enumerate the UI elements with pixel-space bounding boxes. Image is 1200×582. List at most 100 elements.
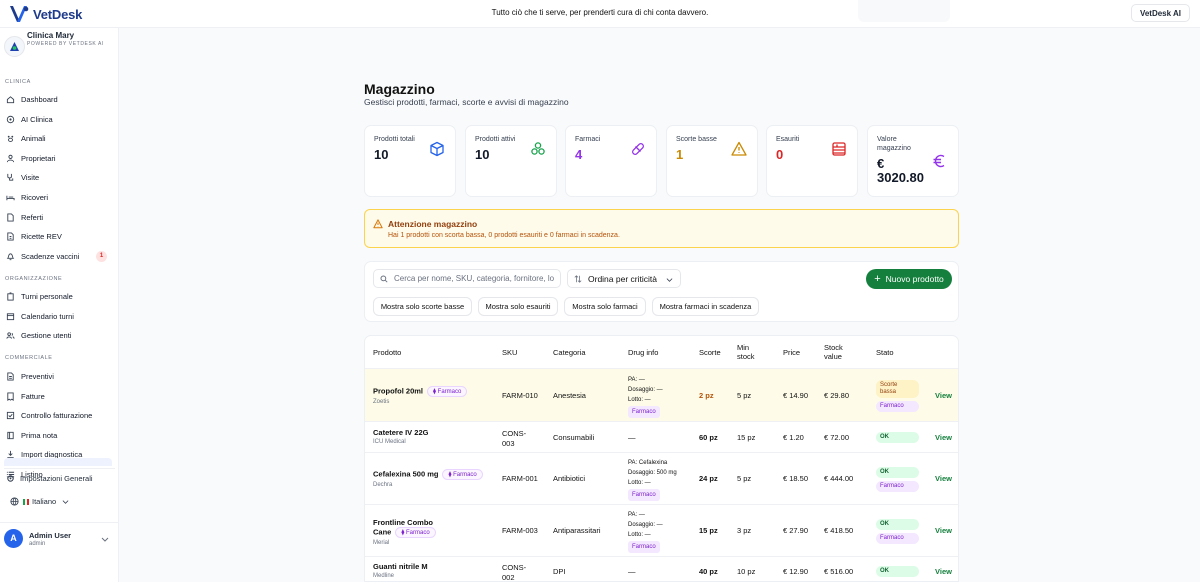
col-stato[interactable]: Stato bbox=[876, 336, 894, 368]
view-link[interactable]: View bbox=[935, 474, 952, 483]
euro-icon bbox=[933, 154, 945, 168]
col-categoria[interactable]: Categoria bbox=[553, 336, 586, 368]
search-box[interactable] bbox=[373, 269, 561, 288]
check-icon bbox=[6, 412, 15, 420]
file-icon bbox=[7, 213, 14, 222]
col-sku[interactable]: SKU bbox=[502, 336, 517, 368]
sidebar-item-prima-nota[interactable]: Prima nota bbox=[0, 426, 113, 445]
view-link[interactable]: View bbox=[935, 433, 952, 442]
sidebar-item-controllo-fatturazione[interactable]: Controllo fatturazione bbox=[0, 406, 113, 425]
stat-value: 10 bbox=[374, 147, 389, 162]
drug-info-line: Lotto: — bbox=[628, 396, 651, 403]
stock-value-cell: € 516.00 bbox=[824, 567, 854, 576]
filter-low-stock-button[interactable]: Mostra solo scorte basse bbox=[373, 297, 472, 316]
settings-link[interactable]: Impostazioni Generali bbox=[4, 468, 115, 487]
gear-icon bbox=[7, 474, 14, 482]
sidebar-item-animali[interactable]: Animali bbox=[0, 129, 113, 148]
product-name: Propofol 20ml bbox=[373, 385, 424, 395]
stat-card-farmaci: Farmaci 4 bbox=[565, 125, 657, 197]
sidebar-item-dashboard[interactable]: Dashboard bbox=[0, 90, 113, 109]
drug-info-line: PA: — bbox=[628, 376, 645, 383]
home-icon bbox=[6, 96, 15, 104]
sidebar-item-label: Ricette REV bbox=[21, 232, 62, 242]
alert-text: Hai 1 prodotti con scorta bassa, 0 prodo… bbox=[388, 232, 620, 239]
product-name: Catetere IV 22G bbox=[373, 427, 429, 437]
warning-icon bbox=[373, 219, 383, 229]
vetdesk-ai-button[interactable]: VetDesk AI bbox=[1130, 4, 1190, 22]
warning-icon bbox=[731, 141, 747, 156]
book-icon bbox=[7, 431, 14, 439]
table-row[interactable]: Guanti nitrile M Medline CONS-002 DPI — 40 pz… bbox=[365, 556, 958, 582]
sidebar-item-proprietari[interactable]: Proprietari bbox=[0, 149, 113, 168]
top-placeholder bbox=[858, 0, 950, 22]
col-min-stock[interactable]: Min stock bbox=[737, 336, 767, 368]
language-selector[interactable]: Italiano bbox=[10, 497, 69, 506]
user-menu[interactable]: A Admin User admin bbox=[0, 522, 119, 554]
sidebar-item-visite[interactable]: Visite bbox=[0, 168, 113, 187]
status-cell: OK Farmaco bbox=[876, 519, 919, 544]
table-row[interactable]: Cefalexina 500 mg ⧫ Farmaco Dechra FARM-001… bbox=[365, 452, 958, 504]
stat-card-valore-magazzino: Valore magazzino € 3020.80 bbox=[867, 125, 959, 197]
sidebar-item-ricette-rev[interactable]: Ricette REV bbox=[0, 227, 113, 246]
col-scorte[interactable]: Scorte bbox=[699, 336, 721, 368]
col-stock-value[interactable]: Stock value bbox=[824, 336, 858, 368]
view-link[interactable]: View bbox=[935, 567, 952, 576]
vaccine-count-badge: 1 bbox=[96, 250, 107, 262]
pill-icon bbox=[632, 143, 644, 155]
filter-out-of-stock-button[interactable]: Mostra solo esauriti bbox=[478, 297, 558, 316]
sort-select[interactable]: Ordina per criticità bbox=[567, 269, 681, 288]
drug-info-line: PA: — bbox=[628, 512, 645, 518]
prescription-icon bbox=[7, 232, 14, 241]
settings-label: Impostazioni Generali bbox=[20, 473, 93, 483]
sidebar-item-preventivi[interactable]: Preventivi bbox=[0, 367, 113, 386]
ai-icon bbox=[6, 115, 15, 123]
col-price[interactable]: Price bbox=[783, 336, 800, 368]
col-prodotto[interactable]: Prodotto bbox=[373, 336, 401, 368]
sidebar-item-label: Animali bbox=[21, 134, 46, 144]
section-clinica: CLINICA bbox=[5, 79, 31, 85]
stat-label: Esauriti bbox=[776, 136, 800, 143]
sidebar-item-ai-clinica[interactable]: AI Clinica bbox=[0, 110, 113, 129]
product-brand: Merial bbox=[373, 540, 390, 546]
new-product-label: Nuovo prodotto bbox=[885, 274, 944, 284]
table-row[interactable]: Frontline Combo Cane ⧫ Farmaco Merial FARM-… bbox=[365, 504, 958, 556]
sidebar-item-calendario-turni[interactable]: Calendario turni bbox=[0, 307, 113, 326]
drug-tag-label: Farmaco bbox=[453, 472, 477, 478]
table-row[interactable]: Catetere IV 22G ICU Medical CONS-003 Consum… bbox=[365, 421, 958, 452]
clinic-header[interactable] bbox=[4, 36, 25, 57]
sidebar-item-gestione-utenti[interactable]: Gestione utenti bbox=[0, 326, 113, 345]
stat-value: 10 bbox=[475, 147, 490, 162]
sidebar-item-fatture[interactable]: Fatture bbox=[0, 387, 113, 406]
table-row[interactable]: Propofol 20ml ⧫ Farmaco Zoetis FARM-010 Anes… bbox=[365, 368, 958, 421]
filter-drugs-button[interactable]: Mostra solo farmaci bbox=[564, 297, 646, 316]
col-drug-info[interactable]: Drug info bbox=[628, 336, 658, 368]
stat-card-esauriti: Esauriti 0 bbox=[766, 125, 858, 197]
drug-tag: ⧫ Farmaco bbox=[442, 469, 483, 480]
page-title: Magazzino bbox=[364, 81, 435, 97]
search-input[interactable] bbox=[394, 274, 554, 283]
sidebar-item-scadenze-vaccini[interactable]: Scadenze vaccini 1 bbox=[0, 247, 113, 266]
sidebar-item-turni-personale[interactable]: Turni personale bbox=[0, 287, 113, 306]
clinic-logo-icon bbox=[4, 36, 25, 57]
sidebar-item-referti[interactable]: Referti bbox=[0, 208, 113, 227]
status-cell: OK bbox=[876, 566, 919, 577]
chevron-down-icon bbox=[101, 537, 109, 542]
view-link[interactable]: View bbox=[935, 391, 952, 400]
view-link[interactable]: View bbox=[935, 526, 952, 535]
stat-card-scorte-basse: Scorte basse 1 bbox=[666, 125, 758, 197]
category-cell: Antiparassitari bbox=[553, 526, 601, 535]
product-cell: Guanti nitrile M Medline bbox=[373, 562, 498, 579]
stock-cell: 15 pz bbox=[699, 526, 718, 535]
new-product-button[interactable]: + Nuovo prodotto bbox=[866, 269, 952, 289]
sidebar-item-ricoveri[interactable]: Ricoveri bbox=[0, 188, 113, 207]
category-cell: DPI bbox=[553, 567, 566, 576]
users-icon bbox=[6, 332, 15, 339]
drug-status-badge: Farmaco bbox=[876, 533, 919, 544]
sku-cell: CONS-003 bbox=[502, 428, 527, 448]
drug-info-cell: PA: Cefalexina Dosaggio: 500 mg Lotto: — Fa… bbox=[628, 458, 677, 501]
filter-expiring-drugs-button[interactable]: Mostra farmaci in scadenza bbox=[652, 297, 759, 316]
sidebar-item-magazzino-active[interactable] bbox=[4, 458, 112, 466]
price-cell: € 18.50 bbox=[783, 474, 809, 483]
sku-cell: CONS-002 bbox=[502, 563, 527, 582]
sidebar-item-label: Fatture bbox=[21, 391, 45, 401]
